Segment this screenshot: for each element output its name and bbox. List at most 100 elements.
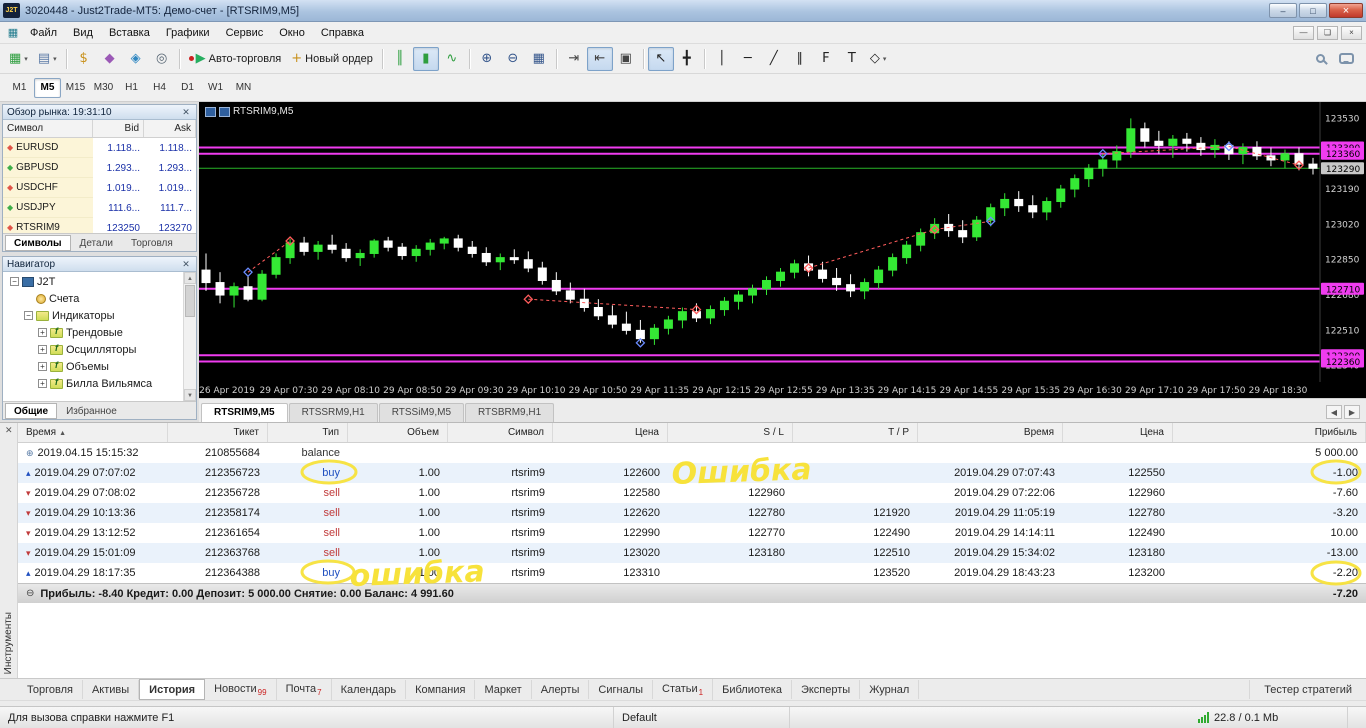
history-column-header-3[interactable]: Объем	[348, 423, 448, 442]
strategy-tester-tab[interactable]: Тестер стратегий	[1249, 680, 1366, 699]
zoom-out-button[interactable]: ⊖	[500, 47, 526, 71]
menu-tools[interactable]: Сервис	[218, 24, 272, 42]
navigator-header[interactable]: Навигатор ✕	[3, 257, 196, 272]
tile-windows-button[interactable]: ▦	[526, 47, 552, 71]
toolbox-tab-assets[interactable]: Активы	[83, 680, 140, 699]
close-button[interactable]: ×	[1329, 3, 1363, 18]
autotrade-button[interactable]: ▶ Авто-торговля	[184, 47, 287, 71]
chart-profiles-button[interactable]: ▤ ▾	[33, 47, 62, 71]
toolbox-tab-articles[interactable]: Статьи1	[653, 678, 714, 701]
menu-insert[interactable]: Вставка	[101, 24, 158, 42]
status-connection[interactable]: 22.8 / 0.1 Mb	[1190, 707, 1348, 728]
timeframe-m5[interactable]: M5	[34, 77, 61, 98]
expand-icon[interactable]: +	[38, 379, 47, 388]
line-chart-button[interactable]: ∿	[439, 47, 465, 71]
toolbox-tab-journal[interactable]: Журнал	[860, 680, 920, 699]
navigator-tab-common[interactable]: Общие	[5, 403, 58, 419]
child-restore-button[interactable]: ❏	[1317, 25, 1338, 40]
tree-item[interactable]: + Трендовые	[3, 324, 196, 341]
table-row[interactable]: ▾ 2019.04.29 10:13:36 212358174 sell 1.00 rts…	[18, 503, 1366, 523]
chart-shift-button[interactable]: ⇤	[586, 46, 613, 71]
market-watch-row[interactable]: ◆ EURUSD 1.118... 1.118...	[3, 138, 196, 158]
menu-help[interactable]: Справка	[313, 24, 372, 42]
navigator-scrollbar[interactable]: ▲ ▼	[183, 272, 196, 401]
navigator-close-icon[interactable]: ✕	[180, 259, 192, 270]
toolbox-tab-alerts[interactable]: Алерты	[532, 680, 590, 699]
collapse-icon[interactable]: −	[10, 277, 19, 286]
new-chart-button[interactable]: ▦ ▾	[4, 47, 33, 71]
toolbox-tab-trade[interactable]: Торговля	[18, 680, 83, 699]
timeframe-m1[interactable]: M1	[6, 78, 33, 98]
scroll-down-icon[interactable]: ▼	[184, 389, 196, 401]
tree-item[interactable]: − Индикаторы	[3, 307, 196, 324]
toolbox-tab-library[interactable]: Библиотека	[713, 680, 792, 699]
history-column-header-1[interactable]: Тикет	[168, 423, 268, 442]
chart-tab-rtsrim9-m5[interactable]: RTSRIM9,M5	[201, 403, 288, 422]
mw-column-header-ask[interactable]: Ask	[144, 120, 196, 137]
zoom-in-button[interactable]: ⊕	[474, 47, 500, 71]
history-column-header-0[interactable]: Время ▲	[18, 423, 168, 442]
chart-tab-rtssrm9-h1[interactable]: RTSSRM9,H1	[288, 403, 378, 422]
collapse-icon[interactable]: −	[24, 311, 33, 320]
navigator-toggle-button[interactable]: ◈	[123, 47, 149, 71]
crosshair-button[interactable]: ╋	[674, 47, 700, 71]
history-column-header-7[interactable]: T / P	[793, 423, 918, 442]
chart-tab-rtssim9-m5[interactable]: RTSSiM9,M5	[378, 403, 465, 422]
expand-icon[interactable]: +	[38, 362, 47, 371]
market-watch-row[interactable]: ◆ USDJPY 111.6... 111.7...	[3, 198, 196, 218]
toolbox-tab-news[interactable]: Новости99	[205, 678, 277, 701]
candles-chart-button[interactable]: ▮	[412, 46, 439, 71]
toolbox-toggle-button[interactable]: ◎	[149, 47, 175, 71]
timeframe-m30[interactable]: M30	[90, 78, 117, 98]
shapes-button[interactable]: ◇ ▾	[865, 47, 892, 71]
price-chart[interactable]: 1235301233601231901230201228501226801225…	[199, 102, 1366, 398]
toolbox-tab-company[interactable]: Компания	[406, 680, 476, 699]
child-minimize-button[interactable]: —	[1293, 25, 1314, 40]
expand-icon[interactable]: +	[38, 328, 47, 337]
tree-item[interactable]: + Объемы	[3, 358, 196, 375]
toolbox-tab-history[interactable]: История	[139, 679, 206, 700]
timeframe-d1[interactable]: D1	[174, 78, 201, 98]
timeframe-h1[interactable]: H1	[118, 78, 145, 98]
market-watch-tab-trading[interactable]: Торговля	[122, 235, 182, 251]
table-row[interactable]: ▴ 2019.04.29 07:07:02 212356723 buy 1.00 rtsr…	[18, 463, 1366, 483]
new-order-button[interactable]: + Новый ордер	[286, 47, 378, 71]
text-label-button[interactable]: T	[839, 47, 865, 71]
prev-chart-tab-button[interactable]: ◀	[1326, 405, 1342, 419]
vertical-line-button[interactable]: │	[709, 47, 735, 71]
equidistant-channel-button[interactable]: ∥	[787, 47, 813, 71]
tree-item[interactable]: + Билла Вильямса	[3, 375, 196, 392]
table-row[interactable]: ▴ 2019.04.29 18:17:35 212364388 buy 1.00 rtsr…	[18, 563, 1366, 583]
timeframe-w1[interactable]: W1	[202, 78, 229, 98]
timeframe-m15[interactable]: M15	[62, 78, 89, 98]
market-watch-button[interactable]: $	[71, 47, 97, 71]
market-watch-tab-symbols[interactable]: Символы	[5, 235, 71, 251]
history-column-header-2[interactable]: Тип	[268, 423, 348, 442]
cursor-button[interactable]: ↖	[647, 46, 674, 71]
history-column-header-6[interactable]: S / L	[668, 423, 793, 442]
minimize-button[interactable]: –	[1269, 3, 1297, 18]
child-close-button[interactable]: ×	[1341, 25, 1362, 40]
toolbox-tab-mail[interactable]: Почта7	[277, 678, 332, 701]
menu-file[interactable]: Файл	[22, 24, 65, 42]
maximize-button[interactable]: □	[1299, 3, 1327, 18]
status-profile-selector[interactable]: Default	[614, 707, 790, 728]
scrollbar-thumb[interactable]	[185, 285, 195, 317]
menu-view[interactable]: Вид	[65, 24, 101, 42]
chat-icon[interactable]	[1339, 53, 1354, 64]
toolbox-tab-experts[interactable]: Эксперты	[792, 680, 861, 699]
history-column-header-10[interactable]: Прибыль	[1173, 423, 1366, 442]
menu-charts[interactable]: Графики	[158, 24, 218, 42]
toolbox-tab-signals[interactable]: Сигналы	[589, 680, 654, 699]
expand-icon[interactable]: +	[38, 345, 47, 354]
tree-item[interactable]: + Осцилляторы	[3, 341, 196, 358]
fibonacci-button[interactable]: F	[813, 47, 839, 71]
toolbox-tab-market[interactable]: Маркет	[475, 680, 532, 699]
timeframe-h4[interactable]: H4	[146, 78, 173, 98]
tree-item[interactable]: Счета	[3, 290, 196, 307]
toolbox-close-icon[interactable]: ✕	[5, 425, 13, 436]
data-window-button[interactable]: ◆	[97, 47, 123, 71]
history-column-header-4[interactable]: Символ	[448, 423, 553, 442]
docking-button[interactable]: ▣	[613, 47, 639, 71]
scroll-up-icon[interactable]: ▲	[184, 272, 196, 284]
